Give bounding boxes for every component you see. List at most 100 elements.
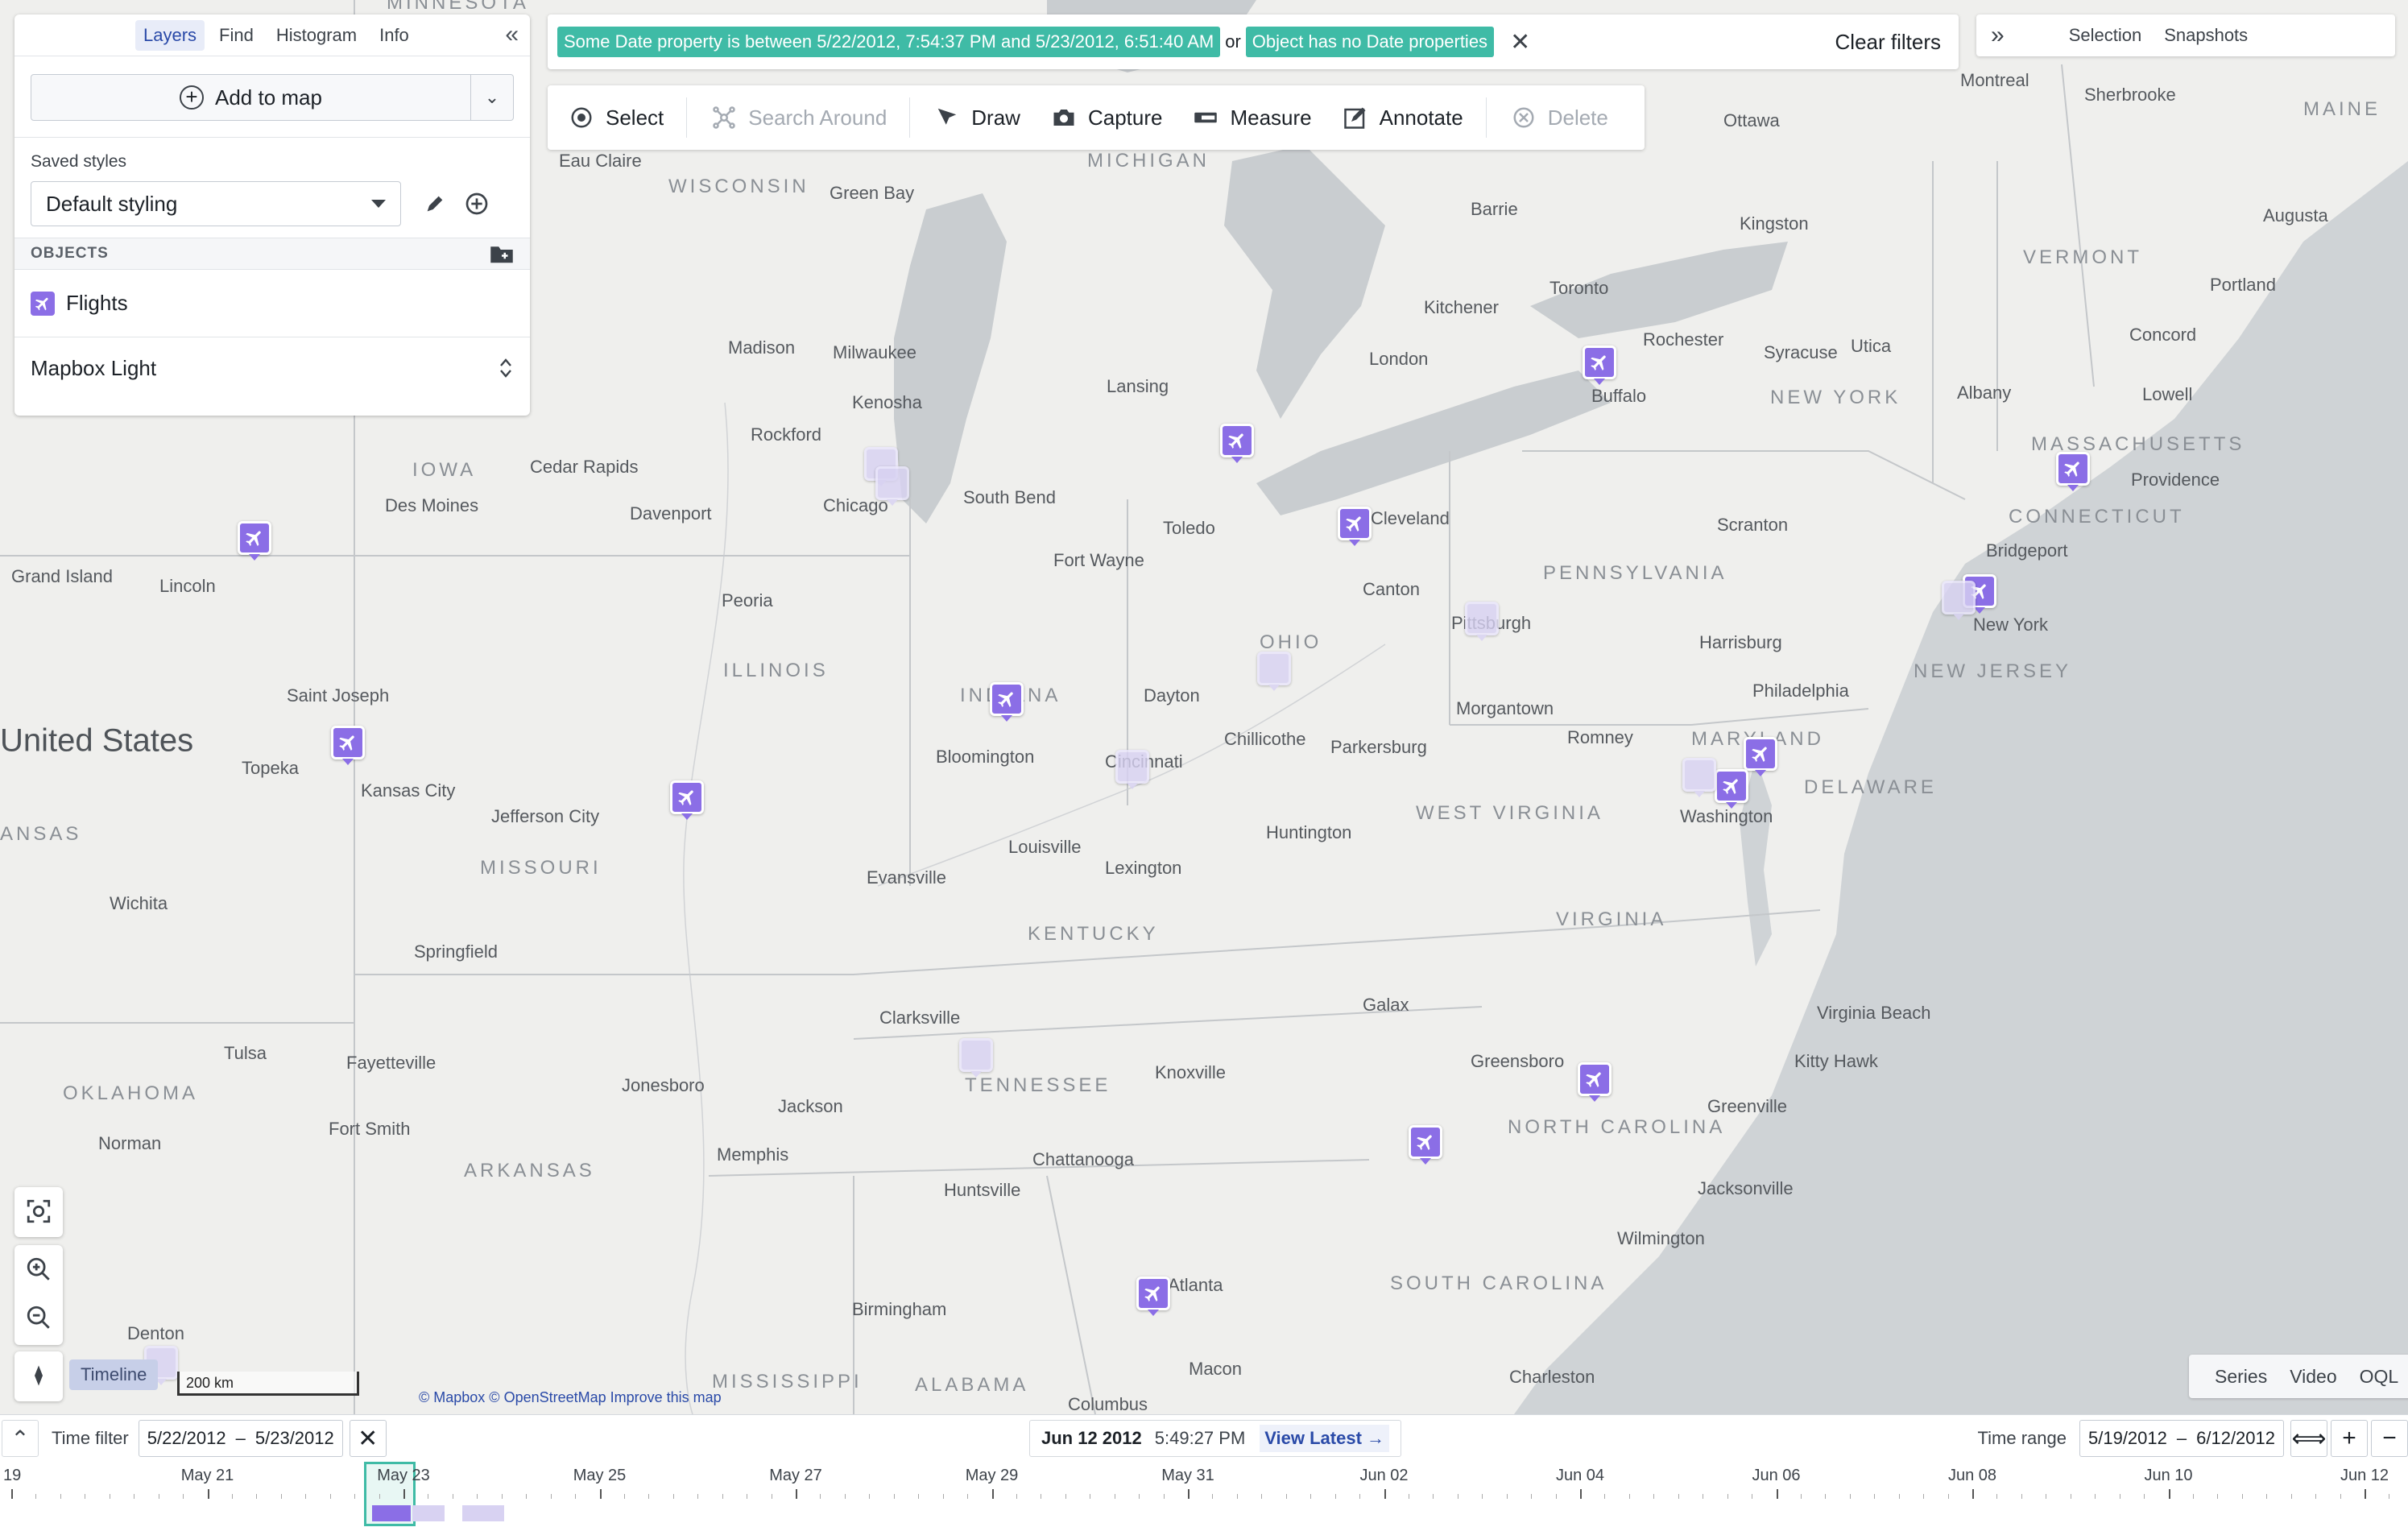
- city-label: Parkersburg: [1330, 737, 1427, 757]
- fit-bounds-button[interactable]: [14, 1187, 63, 1235]
- toolbar-divider: [1485, 97, 1487, 138]
- saved-style-select[interactable]: Default styling: [31, 181, 401, 226]
- timeline-tick-label: May 27: [769, 1467, 822, 1484]
- timeline-tick: [796, 1489, 797, 1499]
- caret-down-icon: [371, 200, 386, 208]
- flight-marker[interactable]: [1220, 424, 1254, 457]
- clear-time-filter-icon[interactable]: ✕: [349, 1420, 387, 1457]
- flight-marker[interactable]: [1136, 1277, 1170, 1310]
- chevron-down-icon[interactable]: ⌄: [471, 75, 513, 120]
- timeline-axis[interactable]: 19 May 21 May 23 May 25 May 27 May 29 May 31 Ju…: [0, 1462, 2408, 1526]
- tab-selection[interactable]: Selection: [2069, 25, 2142, 46]
- capture-tool[interactable]: Capture: [1051, 105, 1162, 130]
- city-label: Scranton: [1717, 515, 1789, 535]
- zoom-in-button[interactable]: [14, 1245, 63, 1293]
- measure-tool[interactable]: Measure: [1193, 105, 1312, 130]
- draw-tool[interactable]: Draw: [934, 105, 1020, 130]
- city-label: Cleveland: [1371, 508, 1450, 528]
- flight-marker[interactable]: [1715, 769, 1748, 803]
- timeline-minor-tick: [280, 1494, 282, 1499]
- filter-end-date[interactable]: 5/23/2012: [255, 1428, 334, 1449]
- city-label: Ottawa: [1723, 110, 1780, 130]
- compass-control[interactable]: [14, 1351, 63, 1401]
- fit-range-icon[interactable]: ⟺: [2290, 1420, 2327, 1457]
- tab-info[interactable]: Info: [371, 20, 417, 51]
- add-style-button[interactable]: [461, 188, 493, 220]
- tab-series[interactable]: Series: [2215, 1366, 2267, 1388]
- expand-panel-icon[interactable]: »: [1991, 22, 2005, 49]
- timeline-minor-tick: [1163, 1494, 1165, 1499]
- timeline-minor-tick: [305, 1494, 307, 1499]
- edit-style-button[interactable]: [419, 188, 451, 220]
- flight-marker[interactable]: [1583, 346, 1616, 379]
- tab-video[interactable]: Video: [2290, 1366, 2336, 1388]
- map-attribution[interactable]: © Mapbox © OpenStreetMap Improve this ma…: [419, 1389, 722, 1406]
- zoom-out-time-icon[interactable]: −: [2371, 1420, 2408, 1457]
- timeline-minor-tick: [1482, 1494, 1483, 1499]
- tab-histogram[interactable]: Histogram: [268, 20, 365, 51]
- flight-marker[interactable]: [238, 521, 271, 555]
- search-around-label: Search Around: [748, 105, 887, 130]
- add-to-map-button[interactable]: + Add to map: [31, 75, 471, 120]
- date-separator: –: [2176, 1428, 2187, 1448]
- zoom-out-icon: [27, 1306, 50, 1329]
- timeline-minor-tick: [1310, 1494, 1312, 1499]
- flight-marker[interactable]: [331, 726, 365, 759]
- timeline-tick: [1776, 1489, 1778, 1499]
- layer-item-flights[interactable]: Flights: [14, 270, 530, 337]
- date-filter-chip[interactable]: Some Date property is between 5/22/2012,…: [557, 27, 1221, 57]
- flight-marker-faded[interactable]: [1942, 581, 1976, 615]
- basemap-selector[interactable]: Mapbox Light: [14, 337, 530, 399]
- collapse-panel-icon[interactable]: «: [505, 23, 519, 47]
- flight-marker-faded[interactable]: [1682, 758, 1716, 792]
- select-tool[interactable]: Select: [569, 105, 664, 130]
- tab-layers[interactable]: Layers: [135, 19, 205, 51]
- timeline-tick: [1384, 1489, 1386, 1499]
- flight-marker-faded[interactable]: [1465, 602, 1499, 635]
- time-filter-label: Time filter: [52, 1428, 129, 1448]
- zoom-out-button[interactable]: [14, 1293, 63, 1342]
- range-start-date[interactable]: 5/19/2012: [2088, 1428, 2167, 1449]
- saved-styles-row: Default styling: [31, 181, 530, 226]
- annotate-label: Annotate: [1379, 105, 1463, 130]
- time-filter-input[interactable]: 5/22/2012 – 5/23/2012: [138, 1420, 343, 1457]
- tab-find[interactable]: Find: [211, 20, 262, 51]
- flight-marker[interactable]: [2056, 452, 2090, 486]
- flight-marker-faded[interactable]: [875, 466, 909, 500]
- timeline-minor-tick: [942, 1494, 944, 1499]
- new-folder-icon[interactable]: [490, 243, 514, 264]
- search-around-tool[interactable]: Search Around: [711, 105, 887, 130]
- range-end-date[interactable]: 6/12/2012: [2196, 1428, 2275, 1449]
- flight-marker[interactable]: [1409, 1125, 1442, 1159]
- flight-marker-faded[interactable]: [959, 1038, 993, 1072]
- timeline-tick-label: Jun 10: [2144, 1467, 2193, 1484]
- flight-marker-faded[interactable]: [1257, 652, 1291, 685]
- zoom-in-time-icon[interactable]: +: [2331, 1420, 2368, 1457]
- annotate-tool[interactable]: Annotate: [1343, 105, 1463, 130]
- pencil-icon: [427, 196, 443, 212]
- timeline-minor-tick: [1285, 1494, 1287, 1499]
- no-date-filter-chip[interactable]: Object has no Date properties: [1245, 27, 1495, 57]
- flight-marker[interactable]: [990, 682, 1024, 716]
- flight-marker[interactable]: [1338, 507, 1372, 540]
- tab-oql[interactable]: OQL: [2360, 1366, 2399, 1388]
- delete-tool[interactable]: Delete: [1511, 105, 1608, 130]
- fit-bounds-control[interactable]: [14, 1187, 63, 1237]
- tab-snapshots[interactable]: Snapshots: [2164, 25, 2248, 46]
- city-label: Bloomington: [936, 747, 1035, 767]
- remove-filter-icon[interactable]: ✕: [1510, 28, 1530, 56]
- timeline-button[interactable]: Timeline: [69, 1359, 159, 1390]
- flight-marker[interactable]: [1578, 1062, 1612, 1096]
- compass-button[interactable]: [14, 1351, 63, 1400]
- clear-filters-button[interactable]: Clear filters: [1835, 30, 1941, 55]
- filter-start-date[interactable]: 5/22/2012: [147, 1428, 226, 1449]
- view-latest-button[interactable]: View Latest →: [1260, 1425, 1390, 1452]
- flight-marker[interactable]: [670, 780, 704, 814]
- flight-marker[interactable]: [1744, 737, 1777, 771]
- city-label: Bridgeport: [1986, 540, 2068, 561]
- flight-marker-faded[interactable]: [1115, 750, 1149, 784]
- expand-timeline-icon[interactable]: ⌃: [2, 1420, 39, 1457]
- timeline-minor-tick: [231, 1494, 233, 1499]
- timeline-minor-tick: [1433, 1494, 1434, 1499]
- time-range-input[interactable]: 5/19/2012 – 6/12/2012: [2079, 1420, 2284, 1457]
